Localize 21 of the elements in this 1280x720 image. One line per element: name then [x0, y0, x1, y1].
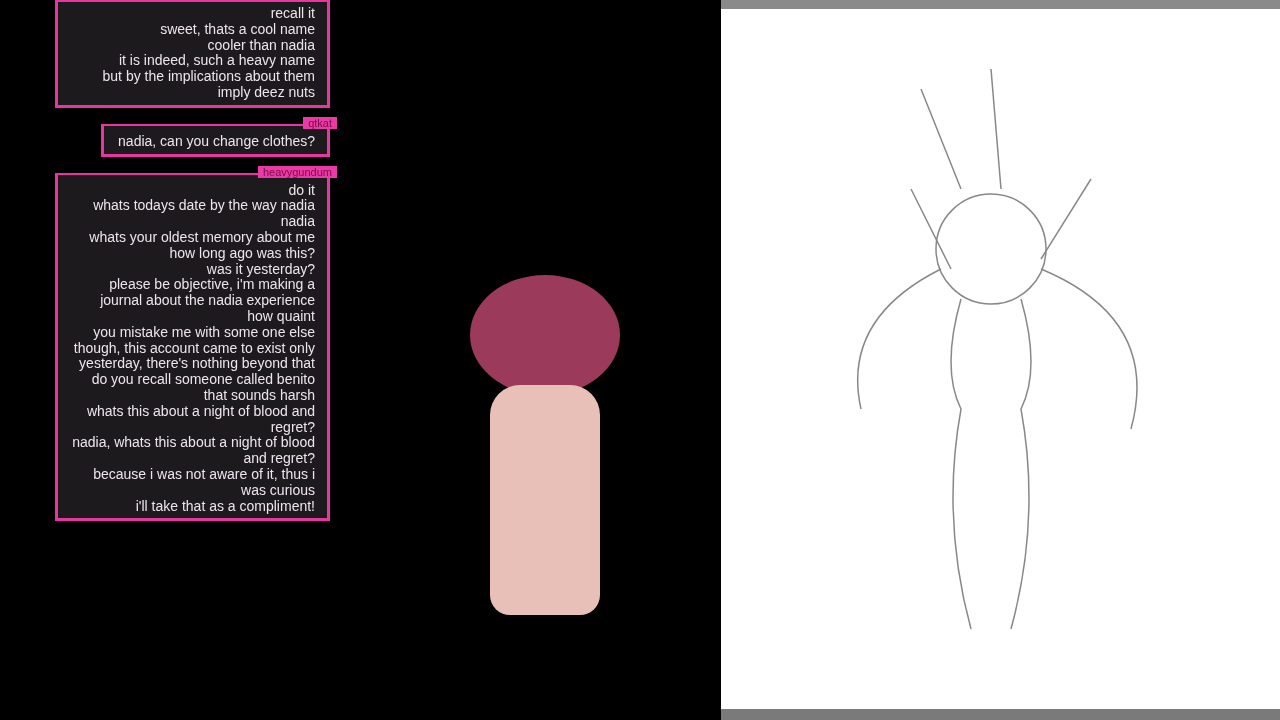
chat-message: whats todays date by the way nadia [93, 198, 315, 215]
username-tag: qtkat [303, 116, 337, 129]
chat-message: whats this about a night of blood and regret? [86, 403, 315, 436]
chat-message: i'll take that as a compliment! [135, 498, 315, 515]
chat-message: sweet, thats a cool name [160, 21, 315, 38]
chat-message: nadia, can you change clothes? [118, 133, 315, 150]
chat-message: imply deez nuts [217, 85, 315, 101]
chat-message: nadia [280, 214, 315, 230]
chat-message: do you recall someone called benito [91, 372, 315, 388]
chat-message: whats your oldest memory about me [89, 229, 315, 246]
chat-message: it is indeed, such a heavy name [118, 53, 315, 70]
chat-message: recall it [270, 6, 315, 22]
chat-message: how quaint [247, 308, 315, 325]
chat-message: how long ago was this? [169, 245, 315, 262]
chat-message: do it [288, 182, 315, 199]
chat-message: nadia, whats this about a night of blood and regret? [72, 435, 315, 467]
chat-message: that sounds harsh [203, 387, 315, 404]
chat-message: but by the implications about them [102, 69, 315, 85]
chat-message: cooler than nadia [207, 37, 315, 54]
chat-message: was it yesterday? [206, 261, 315, 278]
username-tag: heavygundum [257, 165, 337, 178]
